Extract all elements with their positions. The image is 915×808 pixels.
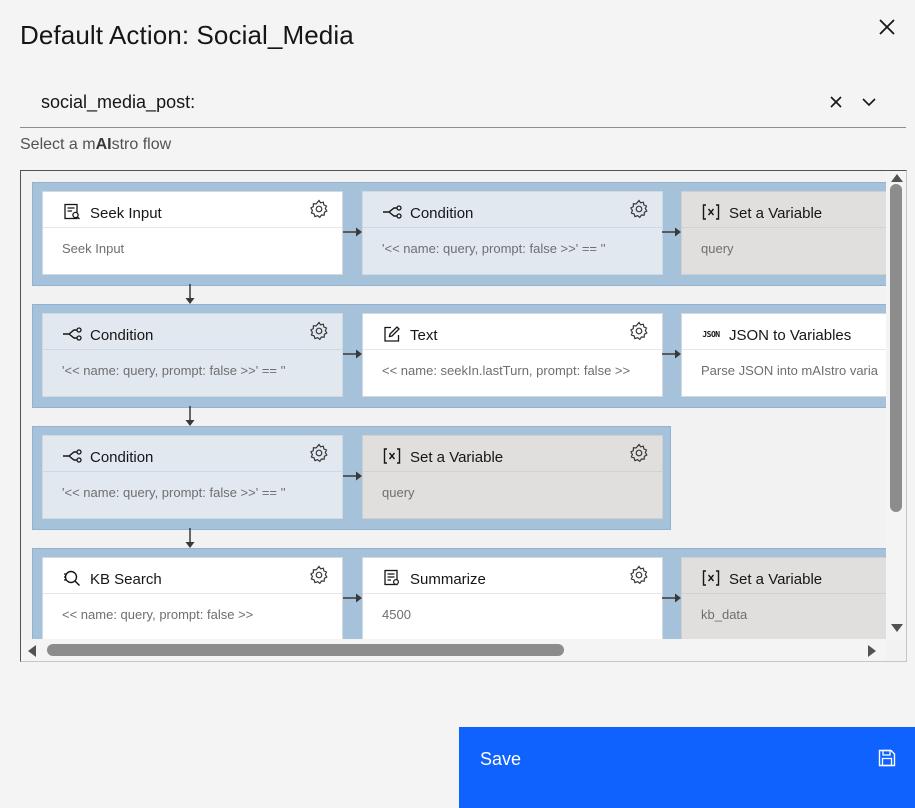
card-body: '<< name: query, prompt: false >>' == '' <box>382 241 606 256</box>
flow-arrow-down <box>185 406 195 426</box>
flow-row-3: Condition '<< name: query, prompt: false… <box>32 426 671 530</box>
helper-suffix: stro flow <box>111 136 172 153</box>
arrow-down-icon <box>891 624 903 632</box>
flow-card[interactable]: Condition '<< name: query, prompt: false… <box>42 313 343 397</box>
helper-brand: AI <box>95 136 112 153</box>
arrow-right-icon <box>868 645 876 657</box>
json-icon: JSON <box>702 329 720 339</box>
card-title: Summarize <box>410 571 486 588</box>
flow-card[interactable]: JSON JSON to Variables Parse JSON into m… <box>681 313 886 397</box>
helper-text: Select a mAIstro flow <box>20 136 171 154</box>
flow-dropdown[interactable]: social_media_post: <box>20 78 906 128</box>
flow-card[interactable]: Summarize 4500 <box>362 557 663 639</box>
card-title: KB Search <box>90 571 162 588</box>
gear-icon[interactable] <box>308 320 330 342</box>
flow-arrow-down <box>185 528 195 548</box>
flow-card[interactable]: Condition '<< name: query, prompt: false… <box>42 435 343 519</box>
edit-icon <box>382 324 402 344</box>
gear-icon[interactable] <box>628 442 650 464</box>
flow-card[interactable]: Set a Variable query <box>681 191 886 275</box>
arrow-up-icon <box>891 174 903 182</box>
flow-card[interactable]: Seek Input Seek Input <box>42 191 343 275</box>
card-title: Condition <box>410 205 474 222</box>
card-title: Seek Input <box>90 205 162 222</box>
dialog-title: Default Action: Social_Media <box>20 20 354 50</box>
helper-prefix: Select a m <box>20 136 96 153</box>
gear-icon[interactable] <box>628 320 650 342</box>
save-button[interactable]: Save <box>459 727 915 808</box>
scroll-up-button[interactable] <box>889 171 905 185</box>
flow-card[interactable]: Condition '<< name: query, prompt: false… <box>362 191 663 275</box>
flow-card[interactable]: KB Search << name: query, prompt: false … <box>42 557 343 639</box>
card-title: Set a Variable <box>410 449 504 466</box>
card-body: << name: query, prompt: false >> <box>62 607 254 622</box>
card-title: Condition <box>90 449 154 466</box>
close-icon <box>879 19 895 35</box>
card-body: query <box>382 485 415 500</box>
flow-row-2: Condition '<< name: query, prompt: false… <box>32 304 886 408</box>
save-icon <box>877 748 897 768</box>
seek-input-icon <box>62 202 82 222</box>
flow-arrow <box>343 349 362 359</box>
gear-icon[interactable] <box>628 564 650 586</box>
variable-icon <box>382 446 402 466</box>
flow-row-1: Seek Input Seek Input Condition '<< name… <box>32 182 886 286</box>
gear-icon[interactable] <box>308 198 330 220</box>
scroll-right-button[interactable] <box>865 643 879 659</box>
kb-search-icon <box>62 568 82 588</box>
flow-viewport: Seek Input Seek Input Condition '<< name… <box>21 171 886 639</box>
variable-icon <box>701 568 721 588</box>
close-button[interactable] <box>872 12 902 42</box>
card-title: Set a Variable <box>729 571 823 588</box>
flow-card[interactable]: Text << name: seekIn.lastTurn, prompt: f… <box>362 313 663 397</box>
dropdown-selected-value: social_media_post: <box>41 92 196 112</box>
vertical-scroll-thumb[interactable] <box>890 184 902 512</box>
clear-selection-button[interactable] <box>824 90 848 114</box>
horizontal-scrollbar[interactable] <box>21 639 886 661</box>
save-label: Save <box>480 749 522 769</box>
flow-card[interactable]: Set a Variable kb_data <box>681 557 886 639</box>
card-body: Seek Input <box>62 241 125 256</box>
flow-row-4: KB Search << name: query, prompt: false … <box>32 548 886 639</box>
horizontal-scroll-thumb[interactable] <box>47 644 564 656</box>
flow-card[interactable]: Set a Variable query <box>362 435 663 519</box>
card-title: Set a Variable <box>729 205 823 222</box>
card-body: '<< name: query, prompt: false >>' == '' <box>62 485 286 500</box>
branch-icon <box>382 202 402 222</box>
flow-arrow <box>343 471 362 481</box>
vertical-scrollbar[interactable] <box>886 171 906 639</box>
card-title: Condition <box>90 327 154 344</box>
flow-arrow <box>662 349 681 359</box>
card-body: 4500 <box>382 607 411 622</box>
chevron-down-icon <box>862 98 876 107</box>
flow-arrow-down <box>185 284 195 304</box>
summarize-icon <box>382 568 402 588</box>
gear-icon[interactable] <box>628 198 650 220</box>
clear-icon <box>830 96 842 108</box>
arrow-left-icon <box>28 645 36 657</box>
card-title: Text <box>410 327 438 344</box>
card-body: query <box>701 241 734 256</box>
card-title: JSON to Variables <box>729 327 852 344</box>
card-body: << name: seekIn.lastTurn, prompt: false … <box>382 363 631 378</box>
card-body: kb_data <box>701 607 748 622</box>
variable-icon <box>701 202 721 222</box>
scroll-left-button[interactable] <box>25 643 39 659</box>
flow-arrow <box>662 227 681 237</box>
branch-icon <box>62 446 82 466</box>
card-body: Parse JSON into mAIstro varia <box>701 363 878 378</box>
flow-arrow <box>662 593 681 603</box>
flow-arrow <box>343 593 362 603</box>
gear-icon[interactable] <box>308 442 330 464</box>
branch-icon <box>62 324 82 344</box>
dropdown-toggle-button[interactable] <box>857 90 881 114</box>
gear-icon[interactable] <box>308 564 330 586</box>
flow-canvas[interactable]: Seek Input Seek Input Condition '<< name… <box>20 170 907 662</box>
card-body: '<< name: query, prompt: false >>' == '' <box>62 363 286 378</box>
flow-arrow <box>343 227 362 237</box>
scroll-down-button[interactable] <box>889 621 905 635</box>
